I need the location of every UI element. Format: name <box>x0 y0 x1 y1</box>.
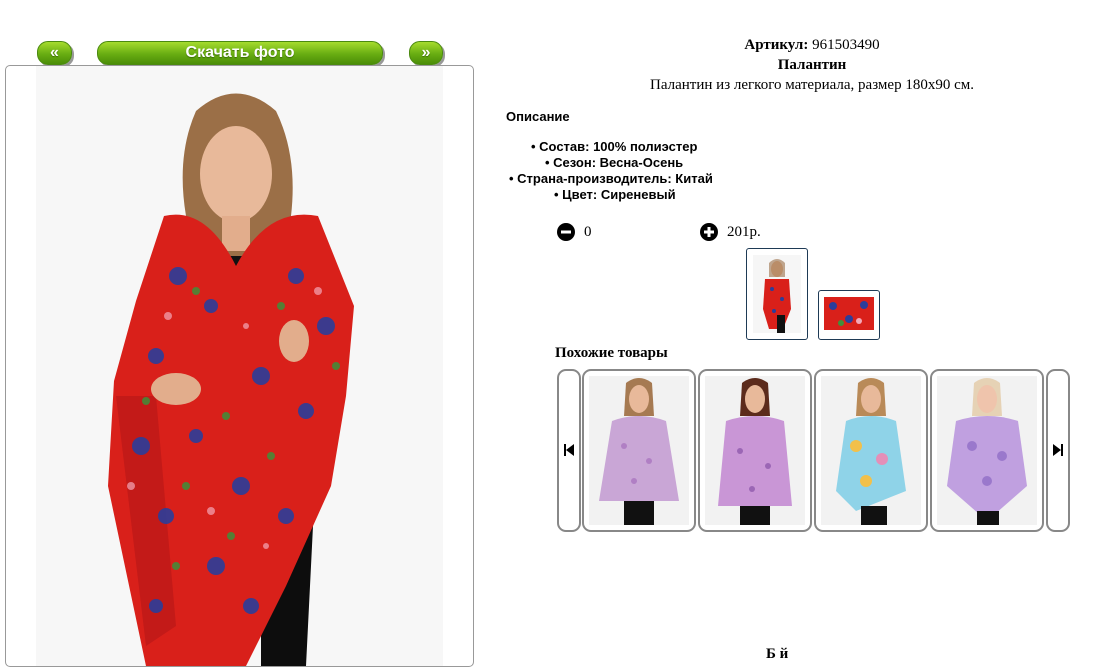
similar-prev-button[interactable] <box>557 369 581 532</box>
plus-circle-icon[interactable] <box>700 223 718 241</box>
description-item: • Сезон: Весна-Осень <box>545 155 684 170</box>
quantity-value: 0 <box>584 224 592 240</box>
thumbnail-fabric[interactable] <box>818 290 880 340</box>
thumbnail-model[interactable] <box>746 248 808 340</box>
article-value: 961503490 <box>812 37 880 53</box>
description-heading: Описание <box>506 109 570 124</box>
footer-partial-text: Б й <box>766 646 789 662</box>
similar-next-button[interactable] <box>1046 369 1070 532</box>
next-photo-button[interactable]: » <box>409 41 443 65</box>
article-label: Артикул: <box>744 37 809 53</box>
minus-circle-icon[interactable] <box>557 223 575 241</box>
description-item: • Страна-производитель: Китай <box>509 171 713 186</box>
main-product-photo[interactable] <box>36 66 443 666</box>
product-subtitle: Палантин из легкого материала, размер 18… <box>650 77 974 93</box>
main-photo-frame <box>5 65 474 667</box>
similar-heading: Похожие товары <box>555 345 668 361</box>
model-in-scarf-image <box>108 93 354 666</box>
similar-item-2[interactable] <box>698 369 812 532</box>
product-title: Палантин <box>777 57 847 73</box>
skip-back-icon <box>564 444 574 456</box>
article-line: Артикул: 961503490 <box>612 37 1012 54</box>
description-item: • Цвет: Сиреневый <box>554 187 676 202</box>
prev-photo-button[interactable]: « <box>37 41 72 65</box>
similar-item-4[interactable] <box>930 369 1044 532</box>
description-item: • Состав: 100% полиэстер <box>531 139 698 154</box>
skip-forward-icon <box>1053 444 1063 456</box>
similar-item-3[interactable] <box>814 369 928 532</box>
download-photo-button[interactable]: Скачать фото <box>97 41 383 65</box>
price: 201р. <box>727 224 761 240</box>
similar-item-1[interactable] <box>582 369 696 532</box>
